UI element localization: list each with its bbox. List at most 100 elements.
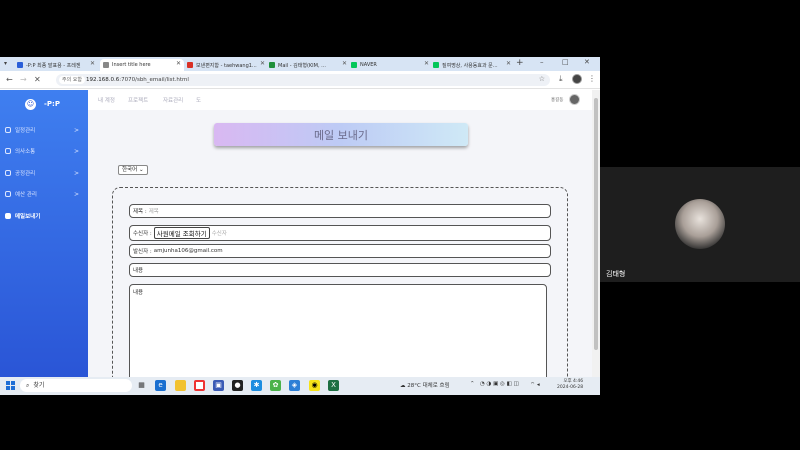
- profile-avatar[interactable]: [572, 74, 582, 84]
- content-label: 내용: [133, 268, 144, 274]
- maximize-button[interactable]: □: [562, 58, 569, 66]
- language-select[interactable]: 한국어 ⌄: [118, 165, 148, 175]
- tab-label: 질여명상, 사용동효과 문...: [442, 62, 498, 69]
- brand[interactable]: ☺ -P:P: [25, 98, 71, 110]
- nav-resources[interactable]: 자료관리: [163, 96, 183, 104]
- logo-icon: ☺: [25, 98, 36, 110]
- sender-value: amjunha106@gmail.com: [153, 248, 223, 254]
- chevron-right-icon: >: [73, 169, 79, 177]
- sidebar-item-label: 예산 관리: [15, 192, 37, 198]
- brand-name: -P:P: [44, 100, 60, 108]
- mail-icon: [5, 213, 11, 219]
- url-input[interactable]: 주의 요함 192.168.0.6:7070/sbh_email/list.ht…: [56, 74, 550, 86]
- weather-widget[interactable]: ☁ 28°C 대체로 흐림: [400, 381, 450, 389]
- menu-kebab-icon[interactable]: ⋮: [588, 74, 596, 83]
- sender-field[interactable]: 발신자 : amjunha106@gmail.com: [129, 244, 551, 258]
- tray-chevron-icon[interactable]: ⌃: [470, 381, 475, 387]
- main-content: 메일 보내기 한국어 ⌄ 제목 : 제목 수신자 : 사원메일 조회하기 수신자: [88, 110, 592, 378]
- participant-video-tile[interactable]: 김태형: [600, 167, 800, 282]
- sidebar-item-budget[interactable]: 예산 관리 >: [5, 188, 81, 200]
- close-icon[interactable]: ✕: [260, 60, 265, 67]
- save-disk-icon[interactable]: ▣: [213, 380, 224, 391]
- sender-label: 발신자 :: [133, 249, 152, 255]
- tab-label: Mail - 김태형(KIM, ...: [278, 62, 326, 69]
- scrollbar[interactable]: [592, 90, 600, 378]
- mail-form: 제목 : 제목 수신자 : 사원메일 조회하기 수신자 발신자 : amjunh…: [112, 187, 568, 378]
- app-icon[interactable]: ◈: [289, 380, 300, 391]
- tab-label: 보낸편지함 - taehwang1...: [196, 62, 257, 69]
- url-path: :7070/sbh_email/list.html: [119, 77, 189, 83]
- user-avatar[interactable]: [569, 94, 580, 105]
- nav-project[interactable]: 프로젝트: [128, 96, 148, 104]
- lookup-employee-mail-button[interactable]: 사원메일 조회하기: [153, 227, 210, 239]
- screen: ▾ -P:P 최종 발표용 - 프레젠 ✕ Insert title here …: [0, 0, 800, 450]
- sidebar-item-label: 메일보내기: [15, 214, 41, 220]
- kakaotalk-icon[interactable]: ◉: [309, 380, 320, 391]
- user-name[interactable]: 홍길동: [551, 97, 563, 103]
- close-icon[interactable]: ✕: [506, 60, 511, 67]
- tray-icons[interactable]: ◔ ◑ ▣ ◎ ◧ ◫: [480, 381, 519, 387]
- nav-more[interactable]: 도: [196, 96, 201, 104]
- taskbar: ⌕ 찾기 ▦ e ▣ ● ✱ ✿ ◈ ◉ X ☁ 28°C 대체로 흐림 ⌃ ◔ …: [0, 377, 600, 395]
- network-icon[interactable]: ⌔ ◂: [530, 381, 540, 388]
- excel-icon[interactable]: X: [328, 380, 339, 391]
- sidebar-item-send-mail[interactable]: 메일보내기: [5, 210, 81, 222]
- top-nav: 내 계정 프로젝트 자료관리 도 홍길동: [88, 90, 592, 110]
- stop-icon[interactable]: ✕: [34, 75, 41, 84]
- bookmark-star-icon[interactable]: ☆: [539, 75, 545, 83]
- security-badge[interactable]: 주의 요함: [59, 76, 85, 84]
- close-window-button[interactable]: ✕: [584, 58, 590, 66]
- close-icon[interactable]: ✕: [176, 60, 181, 67]
- tab-mail[interactable]: Mail - 김태형(KIM, ... ✕: [266, 59, 350, 71]
- vscode-icon[interactable]: ✱: [251, 380, 262, 391]
- sidebar: ☺ -P:P 일정관리 > 의사소통 > 공정관리 > 예산 관리 > 메일보내…: [0, 90, 88, 378]
- back-icon[interactable]: ←: [6, 75, 13, 84]
- tab-label: -P:P 최종 발표용 - 프레젠: [26, 62, 81, 69]
- tab-gmail[interactable]: 보낸편지함 - taehwang1... ✕: [184, 59, 268, 71]
- web-app: ☺ -P:P 일정관리 > 의사소통 > 공정관리 > 예산 관리 > 메일보내…: [0, 90, 600, 378]
- spring-icon[interactable]: ✿: [270, 380, 281, 391]
- chevron-down-icon: ⌄: [138, 167, 144, 173]
- naver-icon: [351, 62, 357, 68]
- recipient-field[interactable]: 수신자 : 사원메일 조회하기 수신자: [129, 225, 551, 241]
- system-clock[interactable]: 오후 4:46 2024-06-28: [557, 379, 583, 391]
- obs-icon[interactable]: ●: [232, 380, 243, 391]
- sidebar-item-process[interactable]: 공정관리 >: [5, 167, 81, 179]
- task-view-icon[interactable]: ▦: [136, 380, 147, 391]
- tab-ppt[interactable]: -P:P 최종 발표용 - 프레젠 ✕: [14, 59, 98, 71]
- wallet-icon: [5, 191, 11, 197]
- subject-label: 제목 :: [133, 209, 147, 215]
- tab-insert-title[interactable]: Insert title here ✕: [100, 59, 184, 71]
- url-text: 192.168.0.6:7070/sbh_email/list.html: [86, 76, 189, 84]
- new-tab-button[interactable]: +: [516, 58, 524, 68]
- minimize-button[interactable]: –: [540, 58, 544, 66]
- search-icon: ⌕: [26, 382, 30, 389]
- gear-icon: [5, 170, 11, 176]
- sidebar-item-communication[interactable]: 의사소통 >: [5, 145, 81, 157]
- close-icon[interactable]: ✕: [90, 60, 95, 67]
- scrollbar-thumb[interactable]: [594, 98, 598, 350]
- weather-text: 28°C 대체로 흐림: [407, 383, 450, 389]
- tab-naver-2[interactable]: 질여명상, 사용동효과 문... ✕: [430, 59, 514, 71]
- folder-icon[interactable]: [175, 380, 186, 391]
- nav-my-account[interactable]: 내 계정: [98, 96, 115, 104]
- edge-icon[interactable]: e: [155, 380, 166, 391]
- mail-body-textarea[interactable]: 내용: [129, 284, 547, 378]
- download-icon[interactable]: ⤓: [559, 74, 563, 84]
- tab-list-icon[interactable]: ▾: [4, 60, 7, 67]
- subject-field[interactable]: 제목 : 제목: [129, 204, 551, 218]
- slides-icon: [17, 62, 23, 68]
- windows-start-icon[interactable]: [6, 381, 15, 390]
- taskbar-search[interactable]: ⌕ 찾기: [20, 379, 132, 392]
- tab-naver[interactable]: NAVER ✕: [348, 59, 432, 71]
- chrome-icon[interactable]: [194, 380, 205, 391]
- body-placeholder: 내용: [133, 290, 144, 296]
- forward-icon[interactable]: →: [20, 75, 27, 84]
- participant-name: 김태형: [606, 270, 626, 278]
- sidebar-item-schedule[interactable]: 일정관리 >: [5, 124, 81, 136]
- chevron-right-icon: >: [73, 126, 79, 134]
- close-icon[interactable]: ✕: [342, 60, 347, 67]
- gmail-icon: [187, 62, 193, 68]
- close-icon[interactable]: ✕: [424, 60, 429, 67]
- sidebar-item-label: 일정관리: [15, 128, 36, 134]
